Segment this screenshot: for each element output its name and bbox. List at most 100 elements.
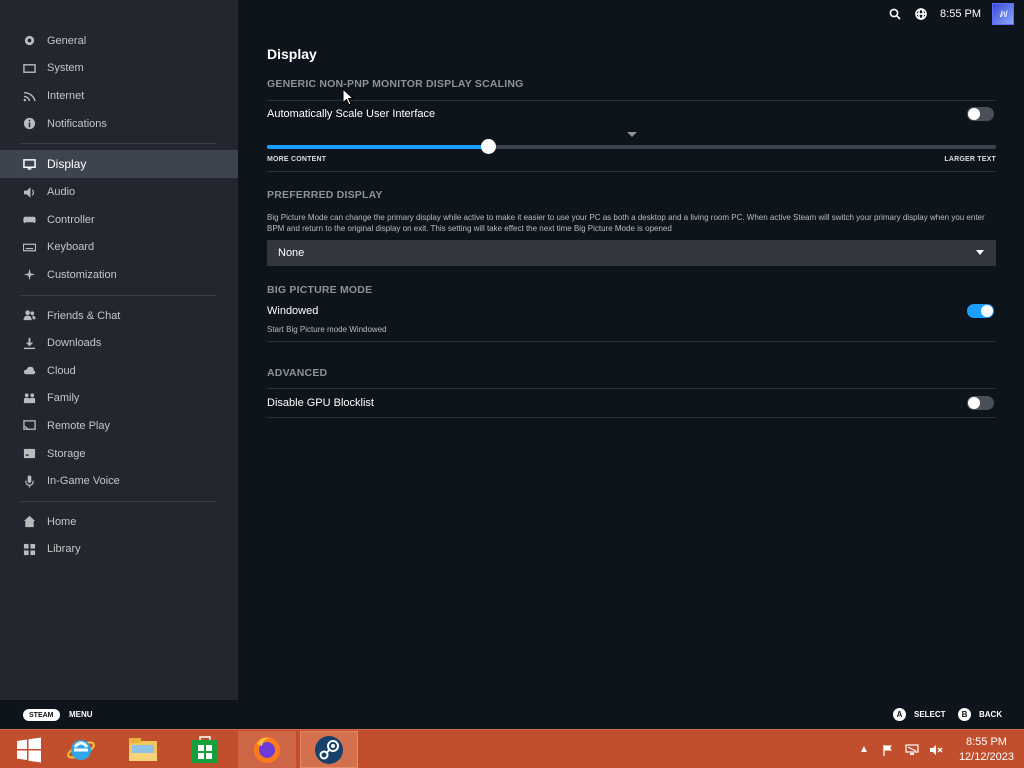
a-button-glyph: A [893, 708, 906, 721]
big-picture-heading: BIG PICTURE MODE [267, 284, 373, 296]
sidebar-item-downloads[interactable]: Downloads [0, 329, 238, 357]
speaker-muted-icon[interactable] [929, 743, 943, 757]
windowed-toggle[interactable] [967, 304, 994, 318]
sidebar-item-label: Keyboard [47, 241, 95, 254]
action-center-flag-icon[interactable] [881, 743, 895, 757]
sidebar-item-label: Customization [47, 268, 117, 281]
sidebar-item-internet[interactable]: Internet [0, 82, 238, 110]
sidebar-item-label: Controller [47, 213, 95, 226]
system-icon [22, 61, 36, 75]
network-icon[interactable] [905, 743, 919, 757]
monitor-icon [22, 157, 36, 171]
windows-taskbar: ▲ 8:55 PM 12/12/2023 [0, 729, 1024, 768]
taskbar-steam[interactable] [300, 731, 358, 768]
grid-icon [22, 542, 36, 556]
sidebar-divider [20, 143, 216, 145]
sidebar-item-label: Remote Play [47, 419, 110, 432]
sidebar-item-audio[interactable]: Audio [0, 178, 238, 206]
divider [267, 171, 996, 172]
search-icon[interactable] [888, 7, 902, 21]
settings-sidebar: General System Internet Notifications Displa… [0, 0, 238, 700]
sidebar-item-display[interactable]: Display [0, 150, 238, 179]
speaker-icon [22, 185, 36, 199]
sidebar-item-home[interactable]: Home [0, 508, 238, 536]
sidebar-item-cloud[interactable]: Cloud [0, 357, 238, 385]
home-icon [22, 515, 36, 529]
windows-start-icon [17, 737, 41, 762]
scale-slider[interactable] [267, 139, 996, 154]
sidebar-item-label: Display [47, 157, 87, 172]
gpu-blocklist-label: Disable GPU Blocklist [267, 397, 374, 409]
divider [267, 417, 996, 418]
download-icon [22, 336, 36, 350]
gamepad-icon [22, 213, 36, 227]
chevron-up-icon[interactable]: ▲ [857, 743, 871, 757]
advanced-heading: ADVANCED [267, 367, 328, 379]
preferred-display-dropdown[interactable]: None [267, 240, 996, 266]
keyboard-icon [22, 240, 36, 254]
toggle-knob [968, 397, 980, 409]
sidebar-item-label: Internet [47, 89, 85, 102]
globe-icon[interactable] [914, 7, 928, 21]
taskbar-clock[interactable]: 8:55 PM 12/12/2023 [959, 735, 1014, 765]
steam-button-glyph[interactable]: STEAM [23, 709, 60, 721]
sidebar-item-friends-chat[interactable]: Friends & Chat [0, 302, 238, 330]
taskbar-file-explorer[interactable] [114, 731, 172, 768]
top-status-bar: 8:55 PM ꟽ [876, 0, 1024, 28]
auto-scale-toggle[interactable] [967, 107, 994, 121]
avatar[interactable]: ꟽ [992, 3, 1014, 25]
select-hint[interactable]: SELECT [914, 710, 946, 719]
cloud-icon [22, 364, 36, 378]
cast-icon [22, 419, 36, 433]
sidebar-item-library[interactable]: Library [0, 536, 238, 564]
taskbar-store[interactable] [176, 731, 234, 768]
sidebar-item-storage[interactable]: Storage [0, 440, 238, 468]
gear-icon [22, 34, 36, 48]
wifi-icon [22, 89, 36, 103]
sidebar-item-label: Audio [47, 186, 76, 199]
dropdown-value: None [278, 247, 305, 259]
preferred-display-description: Big Picture Mode can change the primary … [267, 213, 985, 233]
sidebar-item-label: Downloads [47, 337, 102, 350]
sidebar-item-customization[interactable]: Customization [0, 261, 238, 289]
gpu-blocklist-toggle[interactable] [967, 396, 994, 410]
store-icon [192, 735, 218, 763]
sidebar-item-label: Family [47, 392, 80, 405]
internet-explorer-icon [67, 739, 95, 760]
sidebar-item-label: Storage [47, 447, 86, 460]
sidebar-item-label: Cloud [47, 364, 76, 377]
mic-icon [22, 474, 36, 488]
sidebar-item-keyboard[interactable]: Keyboard [0, 234, 238, 262]
sidebar-item-remote-play[interactable]: Remote Play [0, 412, 238, 440]
toggle-knob [968, 108, 980, 120]
file-explorer-icon [129, 737, 157, 761]
slider-max-label: LARGER TEXT [944, 156, 996, 163]
page-title: Display [267, 46, 317, 62]
sidebar-divider [20, 500, 216, 502]
taskbar-firefox[interactable] [238, 731, 296, 768]
start-button[interactable] [0, 731, 58, 768]
info-icon [22, 117, 36, 131]
sidebar-item-controller[interactable]: Controller [0, 206, 238, 234]
firefox-icon [254, 736, 280, 763]
sparkle-icon [22, 268, 36, 282]
clock-text: 8:55 PM [940, 8, 981, 20]
sidebar-item-label: General [47, 34, 87, 47]
controller-hint-bar: STEAM MENU A SELECT B BACK [0, 700, 1024, 729]
sidebar-item-family[interactable]: Family [0, 385, 238, 413]
slider-thumb[interactable] [480, 139, 496, 154]
sidebar-item-in-game-voice[interactable]: In-Game Voice [0, 467, 238, 495]
sidebar-divider [20, 294, 216, 296]
sidebar-item-notifications[interactable]: Notifications [0, 110, 238, 138]
b-button-glyph: B [958, 708, 971, 721]
scaling-section-heading: GENERIC NON-PNP MONITOR DISPLAY SCALING [267, 78, 524, 90]
family-icon [22, 391, 36, 405]
taskbar-clock-date: 12/12/2023 [958, 750, 1014, 763]
steam-icon [315, 735, 343, 764]
friends-icon [22, 309, 36, 323]
back-hint[interactable]: BACK [979, 710, 1002, 719]
sidebar-item-system[interactable]: System [0, 55, 238, 83]
taskbar-internet-explorer[interactable] [52, 731, 110, 768]
sidebar-item-general[interactable]: General [0, 27, 238, 55]
slider-fill [267, 145, 488, 149]
